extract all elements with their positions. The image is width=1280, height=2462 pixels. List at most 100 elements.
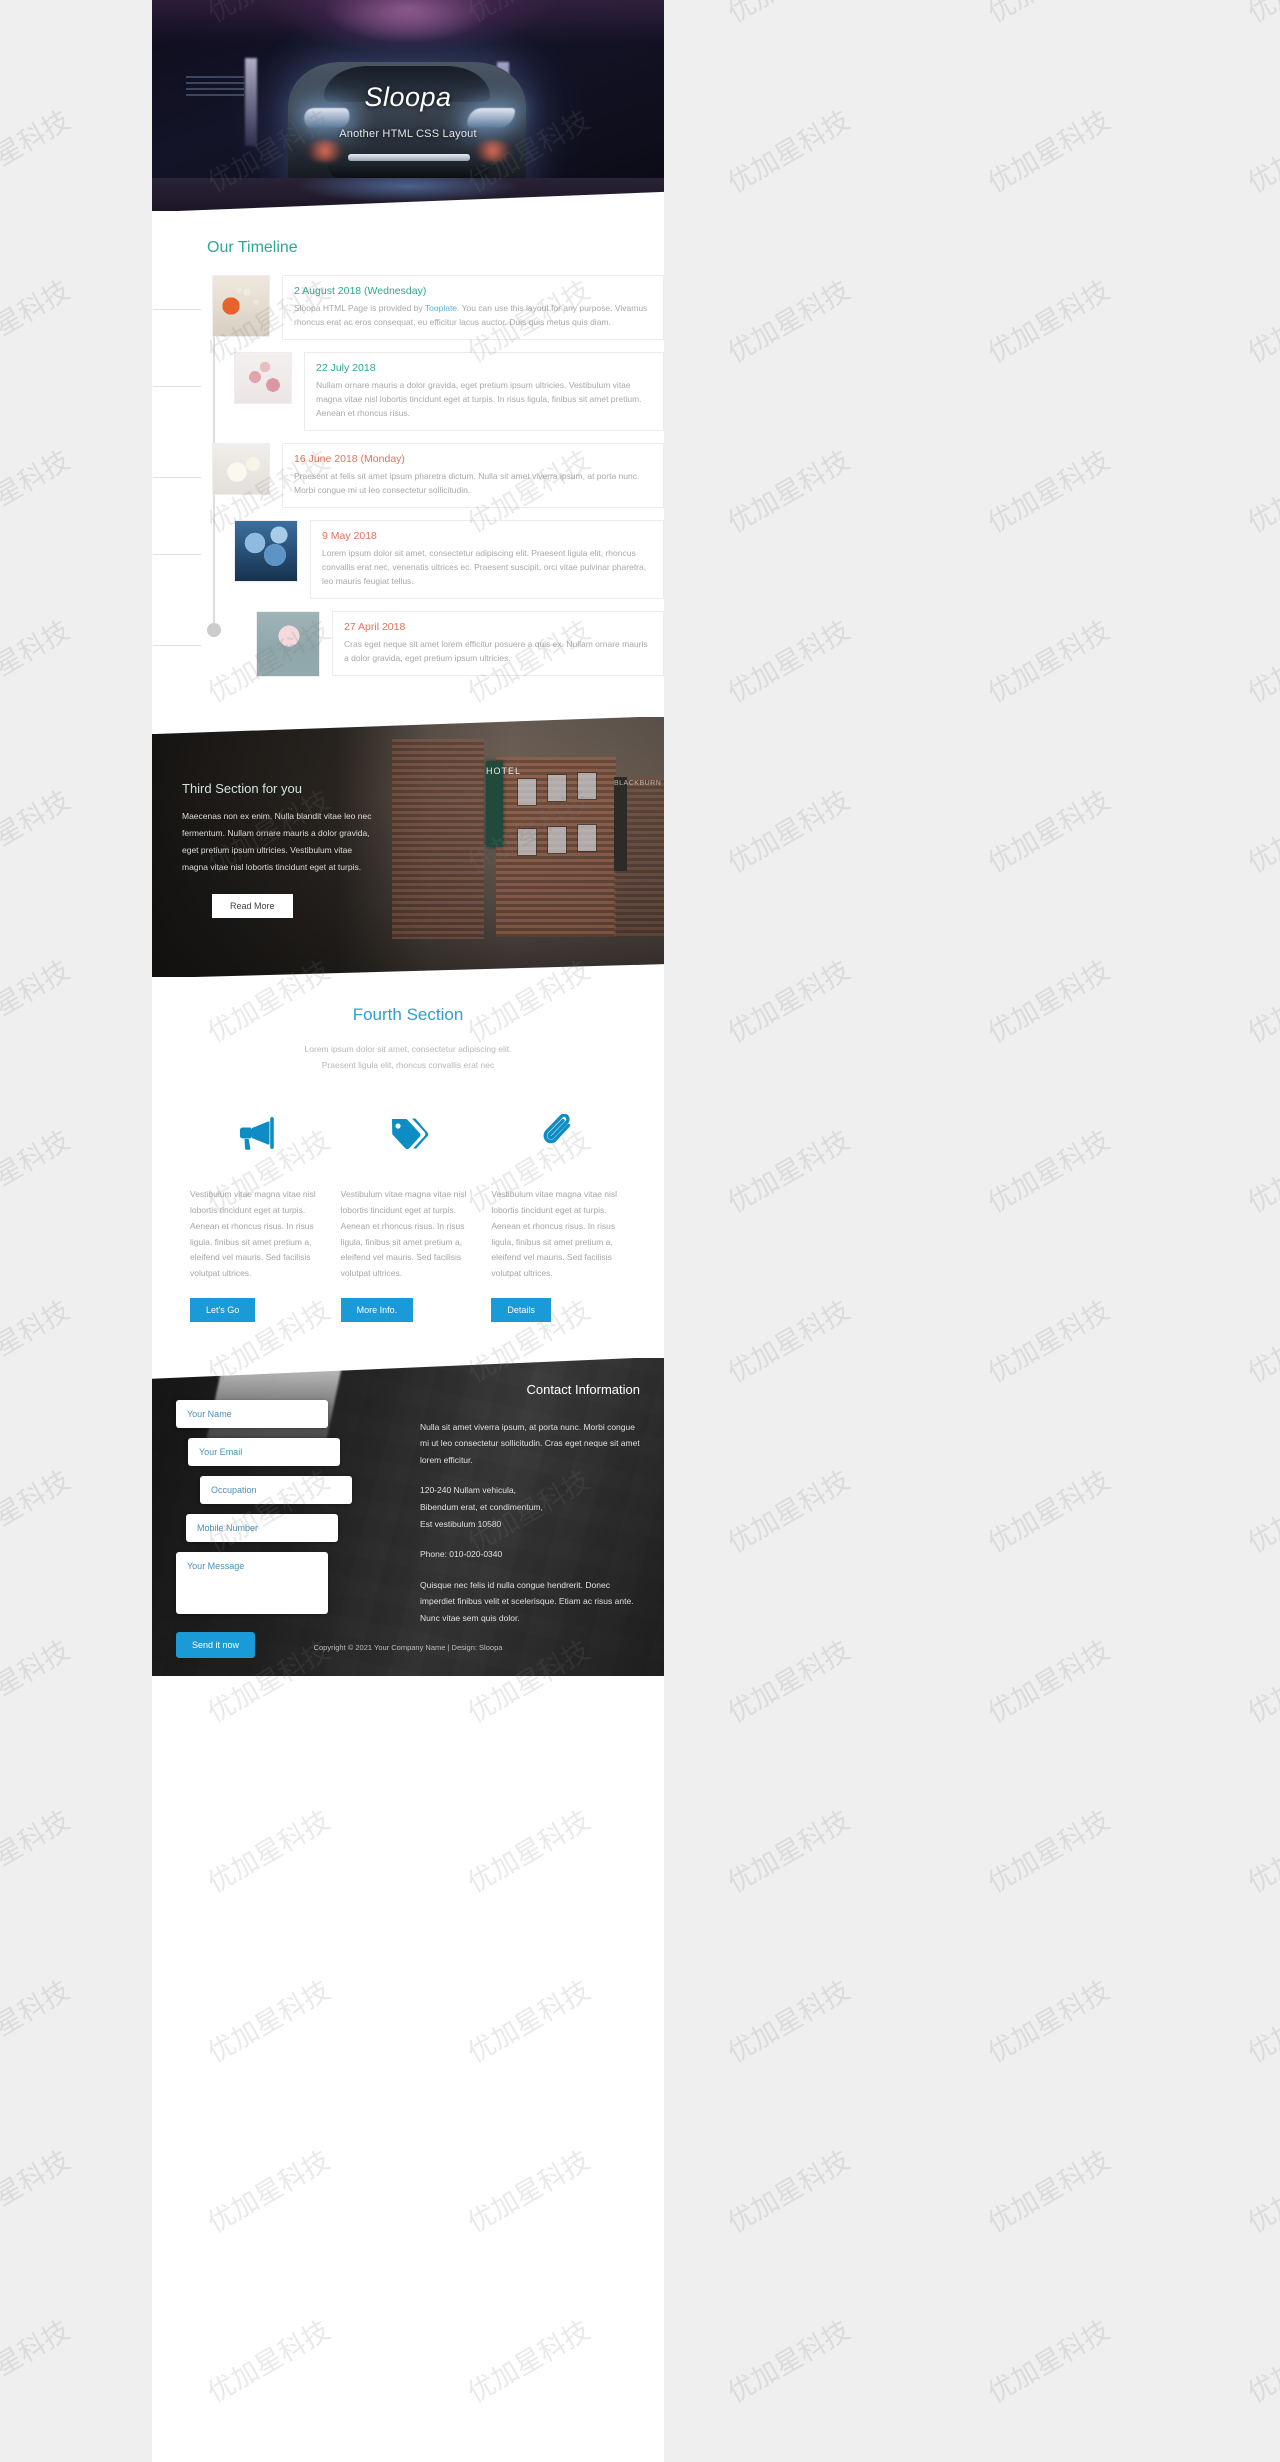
watermark-text: 优加星科技 [1242, 784, 1280, 880]
building-window [548, 775, 566, 802]
watermark-text: 优加星科技 [722, 2144, 856, 2240]
watermark-text: 优加星科技 [0, 444, 76, 540]
timeline-text-before-link: Sloopa HTML Page is provided by [294, 303, 425, 313]
feature-text: Vestibulum vitae magna vitae nisl lobort… [491, 1189, 618, 1279]
timeline-tick [153, 477, 201, 479]
watermark-text: 优加星科技 [722, 104, 856, 200]
feature-column: Vestibulum vitae magna vitae nisl lobort… [182, 1107, 333, 1322]
watermark-text: 优加星科技 [722, 444, 856, 540]
timeline-thumbnail-hydrangea [234, 520, 298, 583]
email-input[interactable] [188, 1437, 340, 1466]
watermark-text: 优加星科技 [0, 1804, 76, 1900]
hero-underglow-left [304, 140, 346, 162]
contact-paragraph-2: Quisque nec felis id nulla congue hendre… [420, 1579, 634, 1623]
building-window [518, 829, 536, 856]
watermark-text: 优加星科技 [982, 2144, 1116, 2240]
timeline-date: 22 July 2018 [316, 362, 376, 375]
site-container: Sloopa Another HTML CSS Layout Our Timel… [152, 0, 664, 2462]
timeline-card: 22 July 2018 Nullam ornare mauris a dolo… [304, 352, 664, 432]
timeline-description: Lorem ipsum dolor sit amet, consectetur … [322, 548, 647, 587]
watermark-text: 优加星科技 [0, 274, 76, 370]
watermark-text: 优加星科技 [982, 1974, 1116, 2070]
watermark-text: 优加星科技 [0, 1634, 76, 1730]
watermark-text: 优加星科技 [982, 1634, 1116, 1730]
contact-paragraph: Nulla sit amet viverra ipsum, at porta n… [420, 1421, 640, 1465]
watermark-text: 优加星科技 [0, 1124, 76, 1220]
timeline-item: 16 June 2018 (Monday) Praesent at felis … [153, 443, 664, 509]
paperclip-icon [491, 1107, 626, 1159]
timeline-card: 2 August 2018 (Wednesday) Sloopa HTML Pa… [282, 275, 664, 341]
timeline-thumbnail-gerbera [256, 611, 320, 678]
timeline-date: 9 May 2018 [322, 530, 377, 543]
timeline-item: 2 August 2018 (Wednesday) Sloopa HTML Pa… [153, 275, 664, 341]
hero-underglow-right [472, 140, 514, 162]
page-root: Sloopa Another HTML CSS Layout Our Timel… [0, 0, 1280, 2462]
lets-go-button[interactable]: Let's Go [190, 1297, 256, 1322]
building-window [578, 825, 596, 852]
timeline-section: Our Timeline 2 August 2018 (Wednesday) S… [152, 211, 664, 714]
hero-section: Sloopa Another HTML CSS Layout [152, 0, 664, 211]
hero-car-grille [348, 154, 470, 161]
feature-column: Vestibulum vitae magna vitae nisl lobort… [333, 1107, 484, 1322]
timeline-thumbnail-flower-vase [212, 275, 270, 337]
watermark-text: 优加星科技 [722, 1464, 856, 1560]
watermark-text: 优加星科技 [722, 1974, 856, 2070]
timeline-tick [153, 554, 201, 556]
feature-text: Vestibulum vitae magna vitae nisl lobort… [190, 1189, 316, 1279]
contact-form: Send it now [176, 1376, 404, 1658]
blackburn-sign: BLACKBURN [614, 777, 661, 872]
watermark-text: 优加星科技 [1242, 1294, 1280, 1390]
fourth-section: Fourth Section Lorem ipsum dolor sit ame… [152, 977, 664, 1352]
name-input[interactable] [176, 1399, 328, 1428]
watermark-text: 优加星科技 [0, 2144, 76, 2240]
watermark-text: 优加星科技 [982, 1294, 1116, 1390]
watermark-text: 优加星科技 [982, 614, 1116, 710]
building-window [578, 773, 596, 800]
more-info-button[interactable]: More Info. [340, 1297, 414, 1322]
timeline-description: Praesent at felis sit amet ipsum pharetr… [294, 471, 640, 496]
mobile-number-input[interactable] [186, 1513, 338, 1542]
third-section-description: Maecenas non ex enim. Nulla blandit vita… [182, 811, 372, 873]
contact-inner: Send it now Contact Information Nulla si… [152, 1358, 664, 1658]
occupation-input[interactable] [200, 1475, 352, 1504]
hotel-sign: HOTEL [486, 761, 520, 848]
watermark-text: 优加星科技 [982, 274, 1116, 370]
watermark-text: 优加星科技 [719, 0, 855, 30]
watermark-text: 优加星科技 [1242, 104, 1280, 200]
contact-section: Send it now Contact Information Nulla si… [152, 1357, 664, 1676]
watermark-text: 优加星科技 [1242, 274, 1280, 370]
contact-information: Contact Information Nulla sit amet viver… [404, 1376, 640, 1658]
read-more-button[interactable]: Read More [212, 894, 293, 919]
timeline-thumbnail-cherry-blossom [234, 352, 292, 405]
watermark-text: 优加星科技 [0, 1464, 76, 1560]
watermark-text: 优加星科技 [722, 1804, 856, 1900]
message-textarea[interactable] [176, 1551, 328, 1614]
hero-car-splitter [328, 166, 490, 178]
watermark-text: 优加星科技 [0, 104, 76, 200]
fourth-section-subtitle: Lorem ipsum dolor sit amet, consectetur … [304, 1044, 512, 1071]
timeline-card: 16 June 2018 (Monday) Praesent at felis … [282, 443, 664, 509]
watermark-text: 优加星科技 [0, 784, 76, 880]
watermark-text: 优加星科技 [1239, 0, 1280, 30]
feature-columns: Vestibulum vitae magna vitae nisl lobort… [152, 1107, 664, 1322]
timeline-description: Nullam ornare mauris a dolor gravida, eg… [316, 380, 642, 419]
watermark-text: 优加星科技 [722, 954, 856, 1050]
megaphone-icon [190, 1107, 325, 1159]
tooplate-link[interactable]: Tooplate [425, 303, 457, 313]
hero-text-block: Sloopa Another HTML CSS Layout [152, 82, 664, 140]
feature-text: Vestibulum vitae magna vitae nisl lobort… [340, 1189, 467, 1279]
watermark-text: 优加星科技 [979, 0, 1115, 30]
watermark-text: 优加星科技 [1242, 1124, 1280, 1220]
building-brick-1 [392, 739, 484, 940]
watermark-text: 优加星科技 [982, 1804, 1116, 1900]
watermark-text: 优加星科技 [722, 784, 856, 880]
timeline-card: 27 April 2018 Cras eget neque sit amet l… [332, 611, 664, 677]
watermark-text: 优加星科技 [722, 614, 856, 710]
watermark-text: 优加星科技 [982, 1124, 1116, 1220]
timeline-tick [153, 645, 201, 647]
building-window [548, 827, 566, 854]
timeline-date: 2 August 2018 (Wednesday) [294, 285, 427, 297]
watermark-text: 优加星科技 [982, 104, 1116, 200]
details-button[interactable]: Details [491, 1297, 551, 1322]
third-section: HOTEL BLACKBURN Third Section for you Ma… [152, 717, 664, 978]
